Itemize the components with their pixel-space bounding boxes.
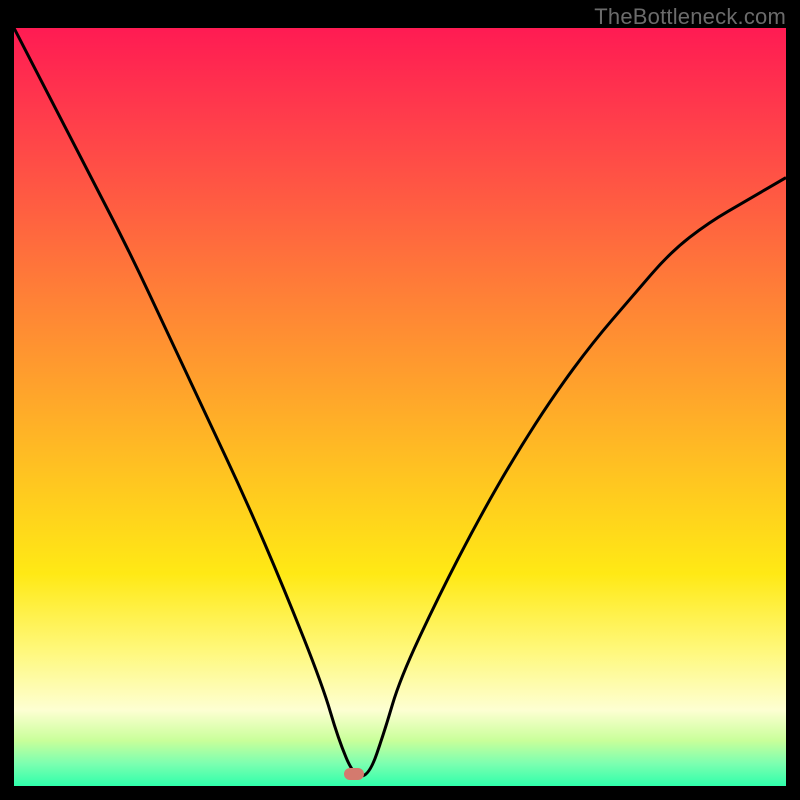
minimum-marker	[344, 768, 364, 780]
attribution-text: TheBottleneck.com	[594, 4, 786, 30]
curve-path	[14, 28, 786, 776]
bottleneck-curve	[14, 28, 786, 786]
chart-frame: TheBottleneck.com	[0, 0, 800, 800]
plot-area	[14, 28, 786, 786]
